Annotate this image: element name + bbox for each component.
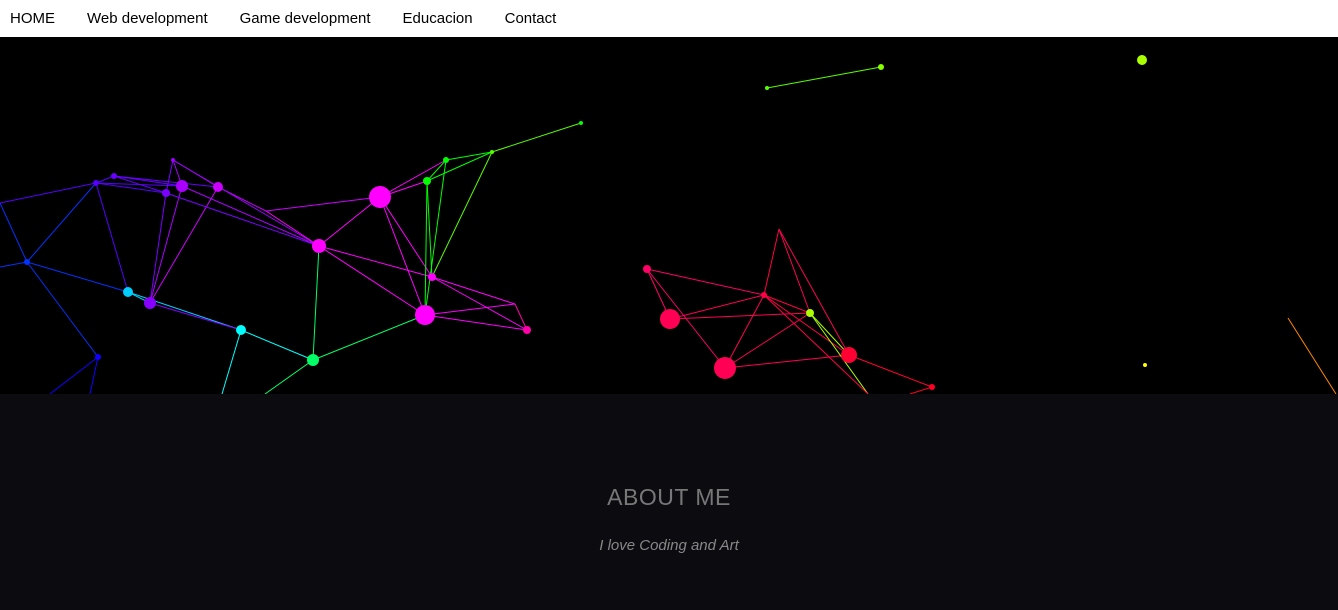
network-node <box>93 180 99 186</box>
network-node <box>415 305 435 325</box>
network-node <box>369 186 391 208</box>
network-link <box>424 180 428 316</box>
network-node <box>95 354 101 360</box>
network-link <box>445 151 493 161</box>
network-link <box>127 291 242 331</box>
network-link <box>1287 317 1337 394</box>
network-node <box>423 177 431 185</box>
network-node <box>761 292 767 298</box>
network-node <box>123 287 133 297</box>
network-link <box>149 302 242 331</box>
nav-contact[interactable]: Contact <box>505 10 557 27</box>
network-node <box>428 273 436 281</box>
network-link <box>379 159 447 198</box>
about-section: ABOUT ME I love Coding and Art <box>0 394 1338 610</box>
network-link <box>265 210 320 247</box>
network-link <box>724 294 765 369</box>
network-link <box>766 66 882 89</box>
network-link <box>0 261 28 268</box>
network-link <box>491 122 582 153</box>
network-link <box>763 294 869 394</box>
network-node <box>443 157 449 163</box>
network-node <box>660 309 680 329</box>
network-link <box>809 312 869 394</box>
network-node <box>806 309 814 317</box>
network-link <box>181 185 320 247</box>
about-subtitle: I love Coding and Art <box>599 537 739 554</box>
network-node <box>643 265 651 273</box>
nav-home[interactable]: HOME <box>10 10 55 27</box>
network-node <box>929 384 935 390</box>
network-node <box>841 347 857 363</box>
network-link <box>312 314 426 361</box>
network-node <box>523 326 531 334</box>
network-link <box>0 202 28 263</box>
network-link <box>431 151 493 278</box>
network-link <box>265 196 381 212</box>
particle-network-canvas <box>0 37 1338 394</box>
network-link <box>221 329 242 394</box>
network-link <box>424 303 516 316</box>
network-link <box>26 261 99 358</box>
network-link <box>149 192 167 304</box>
nav-educacion[interactable]: Educacion <box>403 10 473 27</box>
network-link <box>763 228 780 296</box>
nav-web-development[interactable]: Web development <box>87 10 208 27</box>
nav-game-development[interactable]: Game development <box>240 10 371 27</box>
network-link <box>95 182 129 293</box>
network-node <box>1137 55 1147 65</box>
network-link <box>312 245 320 361</box>
network-link <box>149 185 183 304</box>
network-link <box>778 228 850 356</box>
network-node <box>490 150 494 154</box>
network-node <box>24 259 30 265</box>
network-node <box>162 189 170 197</box>
network-node <box>171 158 175 162</box>
network-node <box>1143 363 1147 367</box>
network-node <box>579 121 583 125</box>
network-link <box>426 180 433 278</box>
network-link <box>149 186 219 304</box>
network-link <box>778 228 811 314</box>
network-link <box>763 294 811 314</box>
network-node <box>878 64 884 70</box>
network-link <box>264 359 314 394</box>
network-node <box>765 86 769 90</box>
network-link <box>318 196 381 247</box>
network-link <box>909 386 933 394</box>
top-nav: HOME Web development Game development Ed… <box>0 0 1338 37</box>
network-node <box>144 297 156 309</box>
network-node <box>312 239 326 253</box>
network-node <box>111 173 117 179</box>
network-link <box>724 312 811 369</box>
network-node <box>714 357 736 379</box>
about-title: ABOUT ME <box>607 484 731 510</box>
network-link <box>26 261 129 293</box>
network-node <box>307 354 319 366</box>
network-link <box>318 245 426 316</box>
network-node <box>236 325 246 335</box>
network-link <box>848 354 933 388</box>
network-link <box>240 329 314 361</box>
network-link <box>165 159 174 194</box>
network-link <box>724 354 850 369</box>
network-link <box>426 151 493 182</box>
network-node <box>213 182 223 192</box>
network-node <box>176 180 188 192</box>
network-link <box>424 314 528 331</box>
